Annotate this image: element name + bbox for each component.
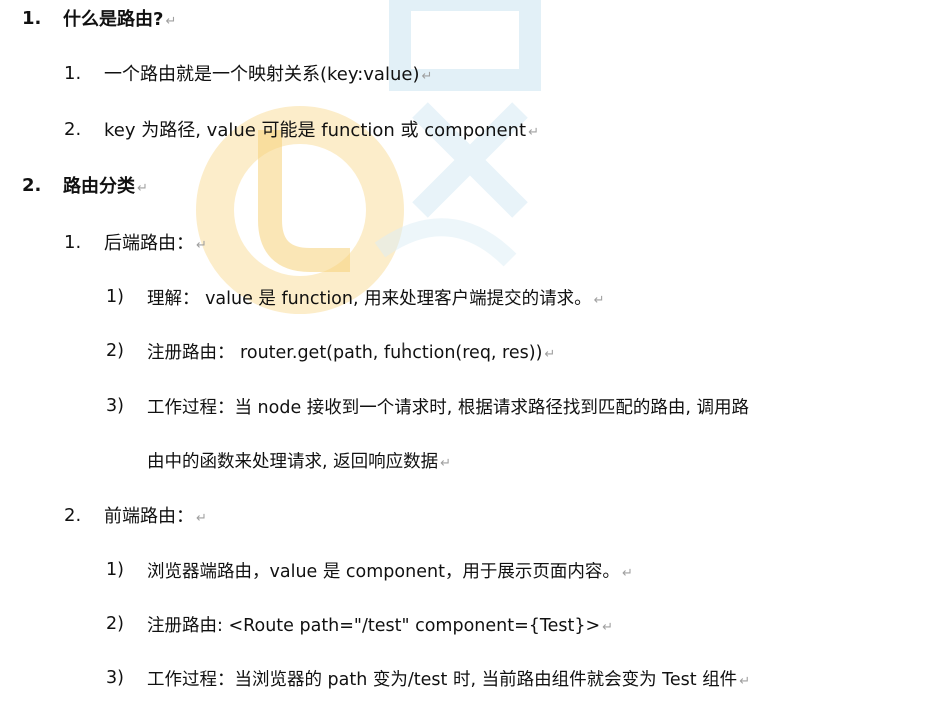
- sub-list-item: 1) 浏览器端路由，value 是 component，用于展示页面内容。 ↵: [0, 554, 940, 586]
- heading-text: 路由分类: [63, 176, 135, 197]
- list-number: 3): [106, 396, 124, 416]
- list-number: 2.: [22, 174, 42, 196]
- sub-list-item: 2) 注册路由： router.get(path, function(req, …: [0, 335, 940, 367]
- list-item-text: 工作过程：当浏览器的 path 变为/test 时, 当前路由组件就会变为 Te…: [147, 669, 738, 690]
- sub-list-item-continuation: 由中的函数来处理请求, 返回响应数据 ↵: [0, 444, 940, 476]
- list-number: 1.: [22, 7, 42, 29]
- list-item-text: key 为路径, value 可能是 function 或 component: [104, 120, 527, 141]
- paragraph-mark-icon: ↵: [544, 346, 556, 362]
- paragraph-mark-icon: ↵: [165, 14, 177, 29]
- paragraph-mark-icon: ↵: [593, 292, 605, 308]
- list-item: 2. key 为路径, value 可能是 function 或 compone…: [0, 113, 940, 145]
- list-item-text: 注册路由： router.get(path, function(req, res…: [147, 342, 543, 363]
- list-item-text: 工作过程：当 node 接收到一个请求时, 根据请求路径找到匹配的路由, 调用路: [147, 397, 750, 418]
- sub-list-item: 3) 工作过程：当浏览器的 path 变为/test 时, 当前路由组件就会变为…: [0, 662, 940, 694]
- list-number: 2.: [64, 504, 82, 526]
- sub-list-item: 1) 理解： value 是 function, 用来处理客户端提交的请求。 ↵: [0, 281, 940, 313]
- paragraph-mark-icon: ↵: [196, 511, 207, 526]
- list-item-text: 注册路由: <Route path="/test" component={Tes…: [147, 615, 601, 636]
- list-number: 1): [106, 560, 124, 580]
- list-number: 3): [106, 668, 124, 688]
- list-item-text: 浏览器端路由，value 是 component，用于展示页面内容。: [147, 561, 620, 582]
- paragraph-mark-icon: ↵: [440, 455, 452, 471]
- list-item-text: 一个路由就是一个映射关系(key:value): [104, 64, 420, 85]
- list-item-frontend-routing: 2. 前端路由： ↵: [0, 499, 940, 531]
- list-item: 1. 一个路由就是一个映射关系(key:value) ↵: [0, 57, 940, 89]
- list-number: 1.: [64, 231, 82, 253]
- list-number: 1.: [64, 62, 82, 84]
- heading-routing-categories: 2. 路由分类 ↵: [0, 169, 940, 201]
- paragraph-mark-icon: ↵: [602, 619, 614, 635]
- list-number: 1): [106, 287, 124, 307]
- list-number: 2): [106, 341, 124, 361]
- paragraph-mark-icon: ↵: [621, 565, 633, 581]
- sub-list-item: 2) 注册路由: <Route path="/test" component={…: [0, 608, 940, 640]
- heading-what-is-routing: 1. 什么是路由? ↵: [0, 2, 940, 34]
- paragraph-mark-icon: ↵: [196, 238, 207, 253]
- paragraph-mark-icon: ↵: [421, 69, 433, 84]
- list-item-backend-routing: 1. 后端路由： ↵: [0, 226, 940, 258]
- text-cursor-icon: I: [401, 339, 406, 358]
- heading-text: 什么是路由?: [63, 9, 164, 30]
- sub-list-item: 3) 工作过程：当 node 接收到一个请求时, 根据请求路径找到匹配的路由, …: [0, 390, 940, 422]
- list-item-text: 前端路由：: [104, 506, 194, 527]
- list-number: 2.: [64, 118, 82, 140]
- list-item-text: 理解： value 是 function, 用来处理客户端提交的请求。: [147, 288, 592, 309]
- paragraph-mark-icon: ↵: [137, 181, 148, 196]
- paragraph-mark-icon: ↵: [739, 673, 751, 689]
- paragraph-mark-icon: ↵: [528, 125, 539, 140]
- list-number: 2): [106, 614, 124, 634]
- list-item-text: 后端路由：: [104, 233, 194, 254]
- list-item-text: 由中的函数来处理请求, 返回响应数据: [147, 451, 439, 472]
